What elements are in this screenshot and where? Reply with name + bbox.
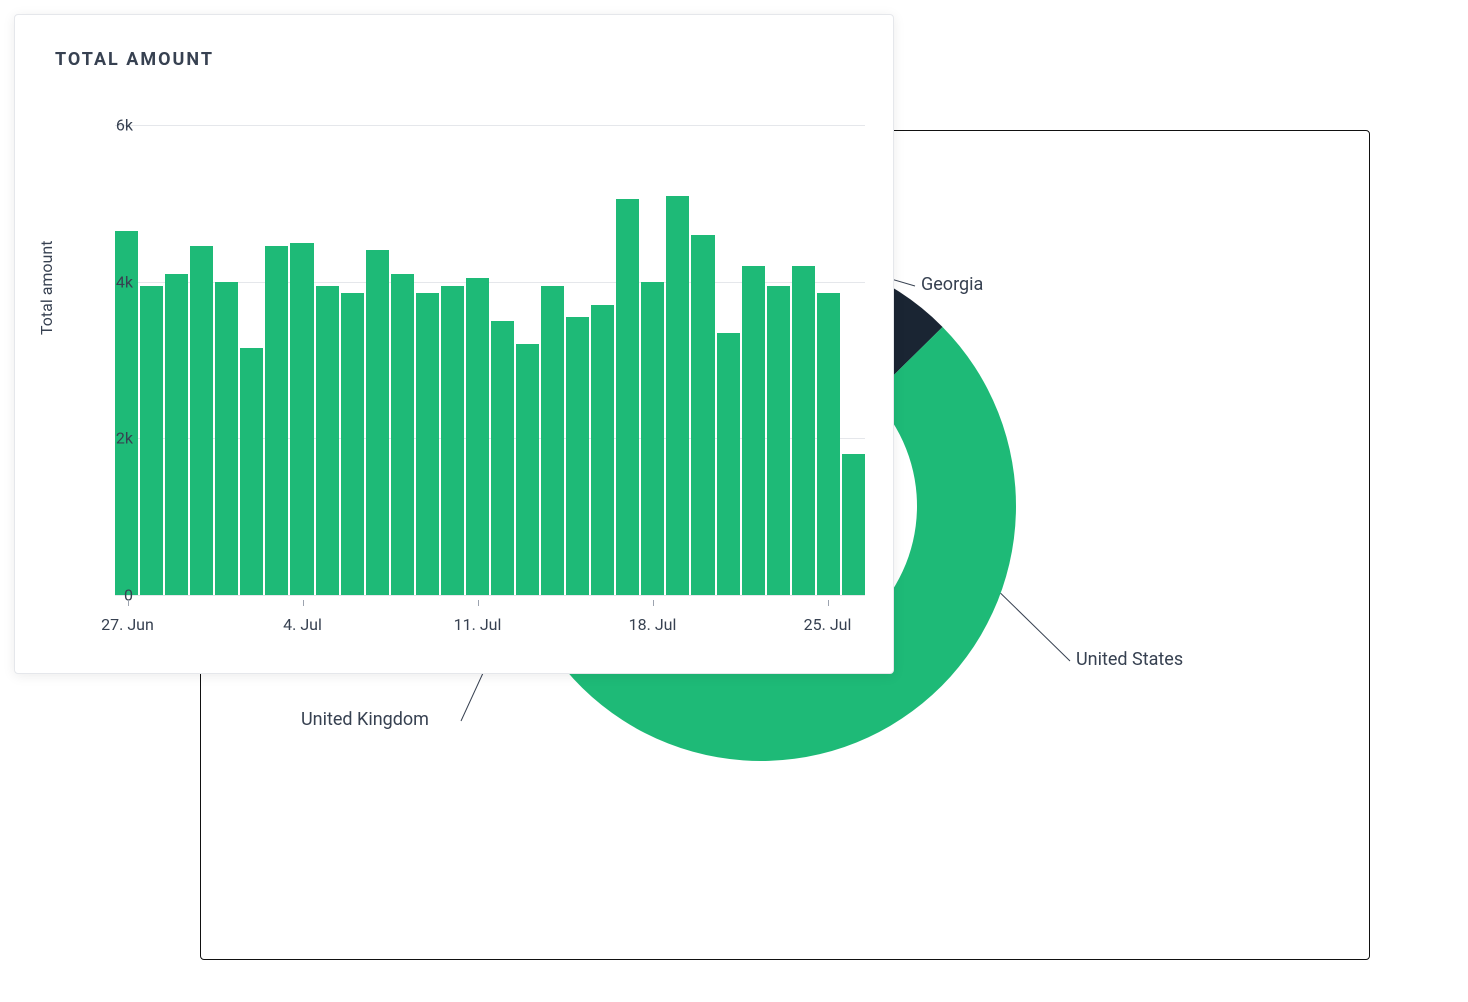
- bar: [240, 348, 263, 595]
- bar: [842, 454, 865, 595]
- bar: [341, 293, 364, 595]
- donut-label-georgia: Georgia: [921, 274, 983, 295]
- bar: [416, 293, 439, 595]
- x-tick-label: 11. Jul: [454, 615, 502, 634]
- bar: [616, 199, 639, 595]
- bar: [265, 246, 288, 595]
- bar: [391, 274, 414, 595]
- x-tick-mark: [478, 600, 479, 606]
- bar: [441, 286, 464, 595]
- bar: [366, 250, 389, 595]
- bar-x-axis: 27. Jun4. Jul11. Jul18. Jul25. Jul: [115, 615, 865, 645]
- donut-label-uk: United Kingdom: [301, 709, 429, 730]
- bar: [742, 266, 765, 595]
- x-tick-mark: [303, 600, 304, 606]
- bar-y-axis-label: Total amount: [37, 241, 56, 335]
- x-tick-mark: [653, 600, 654, 606]
- y-tick-label: 4k: [116, 272, 133, 291]
- bar-chart-title: TOTAL AMOUNT: [15, 15, 893, 70]
- bar: [591, 305, 614, 595]
- x-tick-label: 25. Jul: [804, 615, 852, 634]
- bar: [140, 286, 163, 595]
- bar: [215, 282, 238, 595]
- x-tick-mark: [128, 600, 129, 606]
- bar: [491, 321, 514, 595]
- donut-label-text: United Kingdom: [301, 709, 429, 730]
- donut-label-text: Georgia: [921, 274, 983, 295]
- x-tick-label: 18. Jul: [629, 615, 677, 634]
- bar-plot-area: [115, 125, 865, 595]
- bar: [316, 286, 339, 595]
- bar: [516, 344, 539, 595]
- y-tick-label: 2k: [116, 429, 133, 448]
- gridline: [115, 595, 865, 596]
- bar: [541, 286, 564, 595]
- donut-label-text: United States: [1076, 649, 1183, 670]
- x-tick-label: 4. Jul: [283, 615, 322, 634]
- x-tick-label: 27. Jun: [101, 615, 154, 634]
- bar: [641, 282, 664, 595]
- bar: [792, 266, 815, 595]
- bar: [817, 293, 840, 595]
- bar-chart-card: TOTAL AMOUNT Total amount 02k4k6k 27. Ju…: [14, 14, 894, 674]
- bar: [466, 278, 489, 595]
- bar: [165, 274, 188, 595]
- bar: [566, 317, 589, 595]
- x-tick-mark: [828, 600, 829, 606]
- bar: [666, 196, 689, 596]
- donut-label-us: United States: [1076, 649, 1183, 670]
- y-tick-label: 6k: [116, 116, 133, 135]
- bar: [717, 333, 740, 595]
- bar-series: [115, 125, 865, 595]
- bar: [190, 246, 213, 595]
- bar: [290, 243, 313, 596]
- bar: [767, 286, 790, 595]
- bar: [691, 235, 714, 595]
